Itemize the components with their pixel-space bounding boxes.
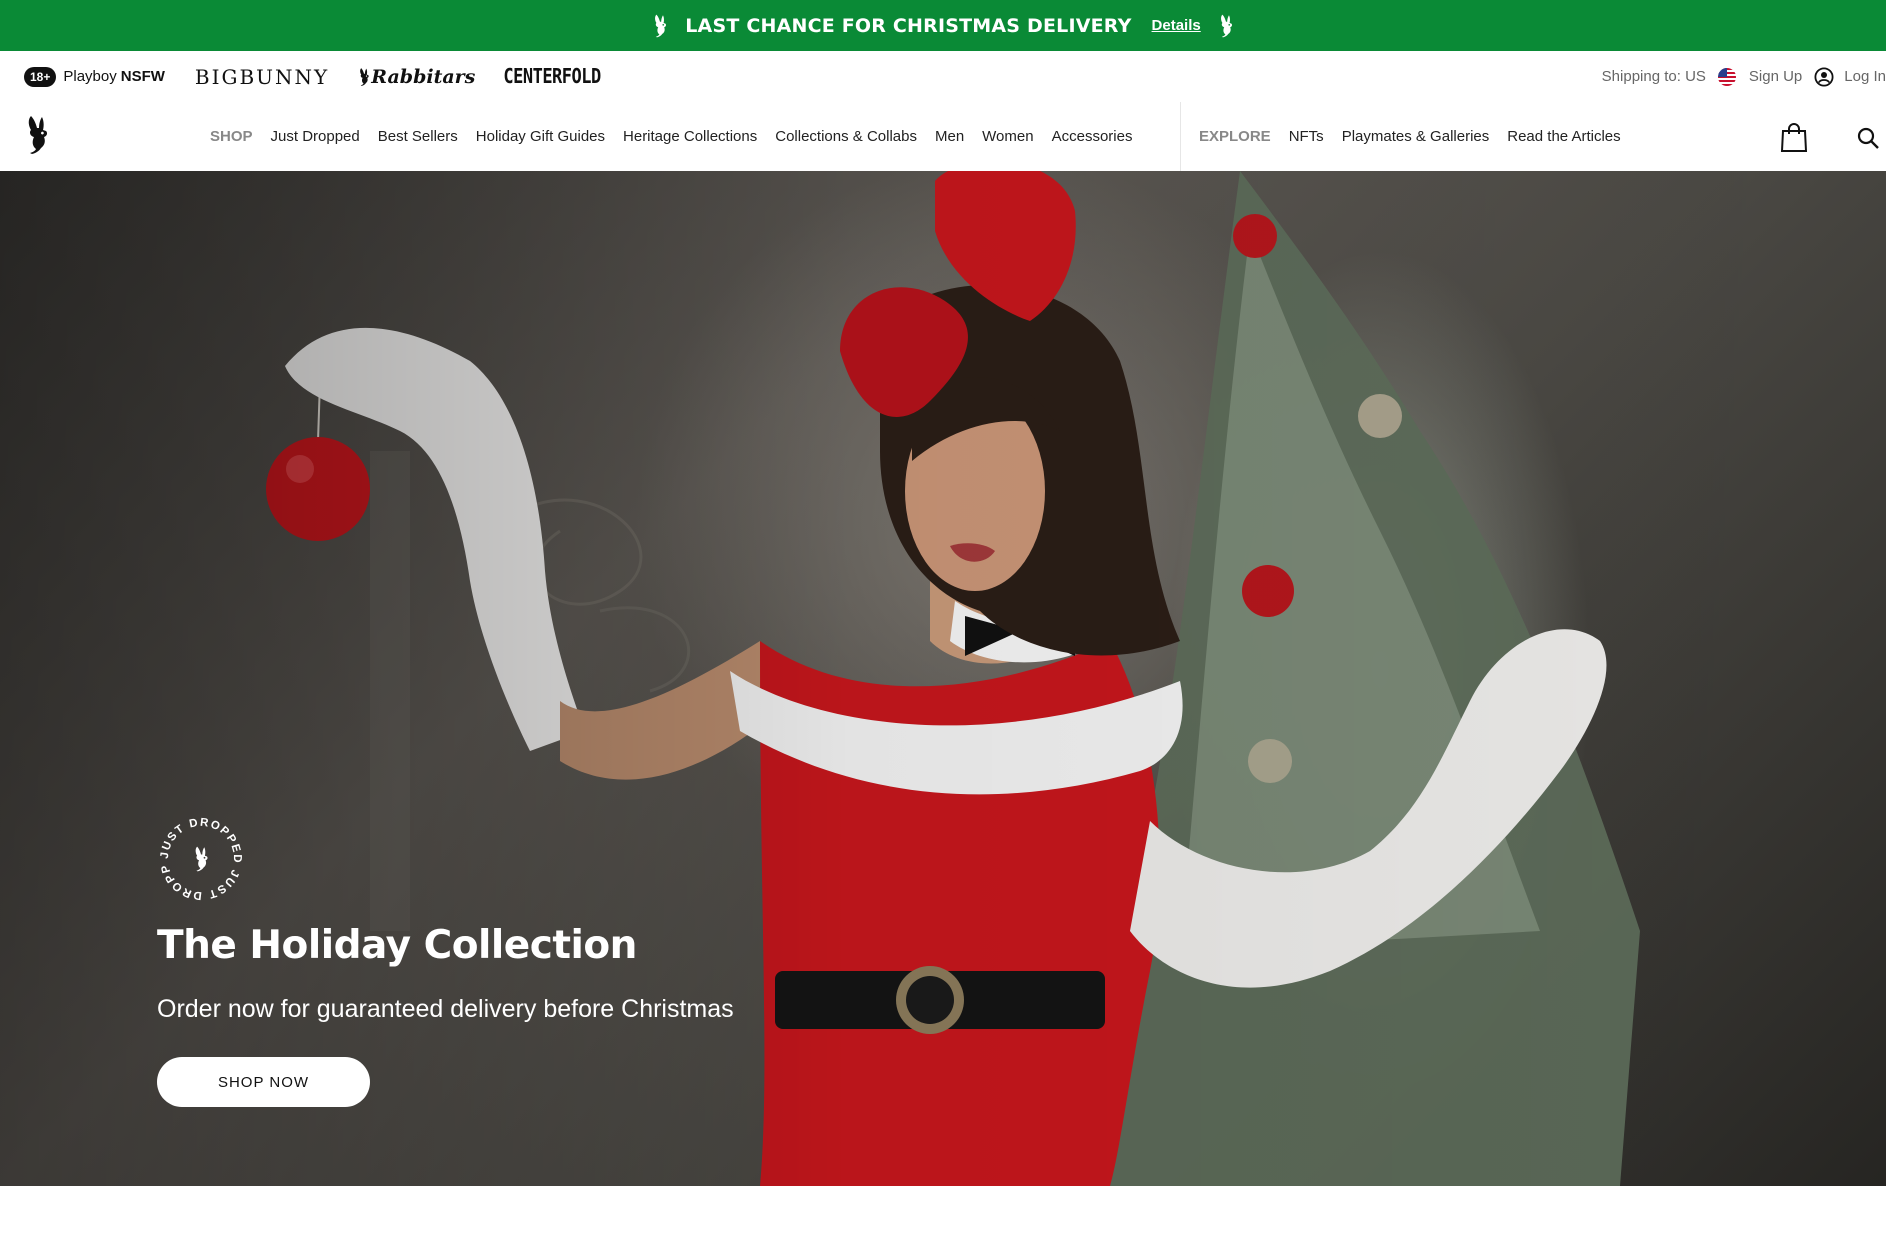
hero-subtitle: Order now for guaranteed delivery before…: [157, 995, 734, 1023]
shop-menu: SHOP Just Dropped Best Sellers Holiday G…: [210, 102, 1150, 171]
playboy-bunny-logo-icon[interactable]: [22, 115, 52, 155]
log-in-link[interactable]: Log In: [1844, 68, 1886, 85]
hero-overlay: [0, 171, 1886, 1186]
promo-details-link[interactable]: Details: [1152, 17, 1201, 34]
nav-best-sellers[interactable]: Best Sellers: [378, 128, 458, 145]
nsfw-prefix: Playboy: [63, 68, 117, 85]
shop-now-button[interactable]: SHOP NOW: [157, 1057, 370, 1107]
bunny-icon: [651, 13, 669, 39]
brand-bar: 18+ Playboy NSFW BIGBUNNY Rabbitars CENT…: [0, 51, 1886, 103]
age-badge: 18+: [24, 66, 57, 87]
nav-playmates-galleries[interactable]: Playmates & Galleries: [1342, 128, 1490, 145]
nav-collections-collabs[interactable]: Collections & Collabs: [775, 128, 917, 145]
bigbunny-link[interactable]: BIGBUNNY: [195, 65, 329, 89]
nav-just-dropped[interactable]: Just Dropped: [271, 128, 360, 145]
rabbitars-label: Rabbitars: [371, 65, 476, 88]
nav-nfts[interactable]: NFTs: [1289, 128, 1324, 145]
explore-heading: EXPLORE: [1199, 128, 1271, 145]
centerfold-link[interactable]: CENTERFOLD: [503, 65, 601, 89]
sign-up-link[interactable]: Sign Up: [1749, 68, 1802, 85]
shipping-selector[interactable]: Shipping to: US: [1602, 68, 1706, 85]
shopping-bag-icon[interactable]: [1780, 123, 1808, 153]
rabbitars-link[interactable]: Rabbitars: [357, 66, 475, 88]
hero-banner[interactable]: JUST DROPPED JUST DROPPED The Holiday Co…: [0, 171, 1886, 1186]
bunny-icon: [357, 67, 371, 87]
nav-read-articles[interactable]: Read the Articles: [1507, 128, 1620, 145]
search-icon[interactable]: [1856, 126, 1880, 150]
nav-men[interactable]: Men: [935, 128, 964, 145]
playboy-nsfw-link[interactable]: 18+ Playboy NSFW: [24, 66, 165, 87]
explore-menu: EXPLORE NFTs Playmates & Galleries Read …: [1199, 102, 1639, 171]
shop-heading: SHOP: [210, 128, 253, 145]
us-flag-icon: [1717, 67, 1736, 86]
account-area: Shipping to: US Sign Up Log In: [1602, 66, 1886, 87]
hero-title: The Holiday Collection: [157, 923, 637, 968]
nav-accessories[interactable]: Accessories: [1052, 128, 1133, 145]
nav-holiday-gift-guides[interactable]: Holiday Gift Guides: [476, 128, 605, 145]
nav-heritage-collections[interactable]: Heritage Collections: [623, 128, 757, 145]
user-icon[interactable]: [1814, 66, 1834, 87]
nav-divider: [1180, 102, 1181, 171]
promo-banner: LAST CHANCE FOR CHRISTMAS DELIVERY Detai…: [0, 0, 1886, 51]
bunny-icon: [1217, 13, 1235, 39]
main-navigation: SHOP Just Dropped Best Sellers Holiday G…: [0, 102, 1886, 171]
promo-text: LAST CHANCE FOR CHRISTMAS DELIVERY: [685, 14, 1132, 37]
bunny-icon: [196, 847, 208, 872]
just-dropped-stamp: JUST DROPPED JUST DROPPED: [155, 813, 241, 901]
nsfw-label: NSFW: [120, 68, 165, 85]
nav-women[interactable]: Women: [982, 128, 1033, 145]
